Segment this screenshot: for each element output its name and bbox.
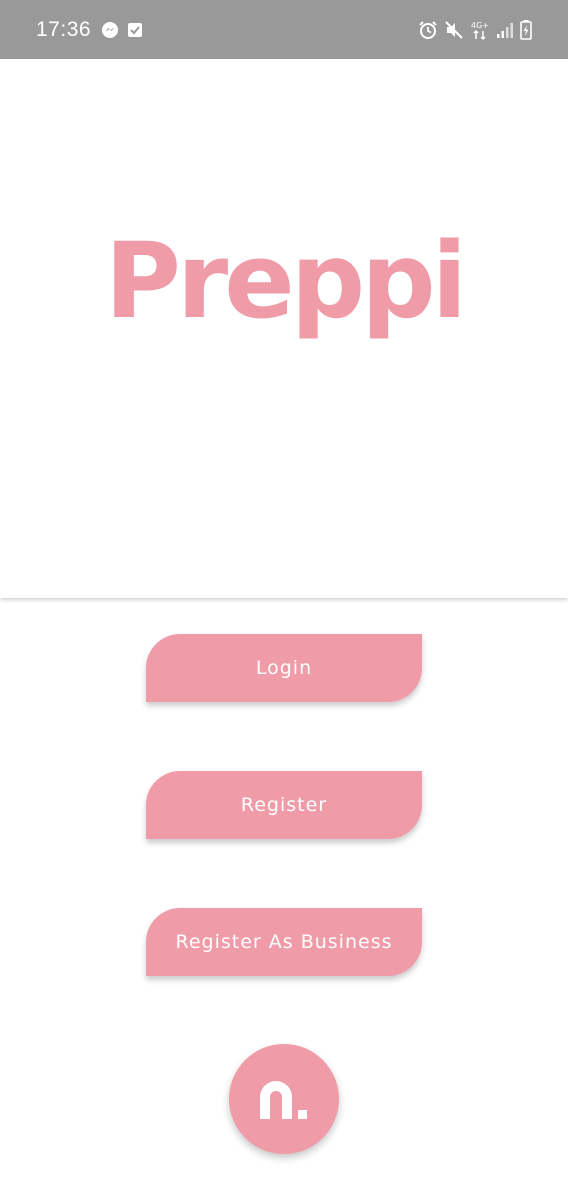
signal-icon xyxy=(496,21,514,39)
network-4g-icon: 4G+ xyxy=(470,19,490,41)
app-logo: Preppi xyxy=(104,220,468,342)
n-logo-icon xyxy=(256,1077,312,1121)
mute-icon xyxy=(444,20,464,40)
network-label: 4G+ xyxy=(471,21,489,30)
register-business-button[interactable]: Register As Business xyxy=(146,908,422,976)
register-button[interactable]: Register xyxy=(146,771,422,839)
battery-charging-icon xyxy=(520,19,532,40)
status-right-icons: 4G+ xyxy=(418,19,532,41)
n-logo-button[interactable] xyxy=(229,1044,339,1154)
status-left-icons xyxy=(101,21,143,39)
status-time: 17:36 xyxy=(36,17,92,41)
alarm-icon xyxy=(418,20,438,40)
login-button[interactable]: Login xyxy=(146,634,422,702)
hero-panel: Preppi xyxy=(0,59,568,598)
status-bar: 17:36 4G+ xyxy=(0,0,568,59)
checkbox-icon xyxy=(127,22,143,38)
messenger-icon xyxy=(101,21,119,39)
